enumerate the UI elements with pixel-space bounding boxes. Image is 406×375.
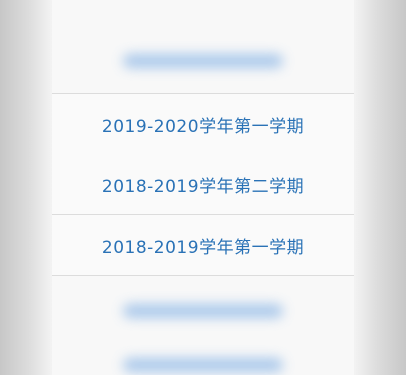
term-option-label: 2018-2019学年第二学期 [101, 176, 305, 197]
blurred-option-above [52, 38, 354, 84]
term-option-2019-2020-first[interactable]: 2019-2020学年第一学期 [52, 93, 354, 155]
term-picker-list: 2019-2020学年第一学期 2018-2019学年第二学期 2018-201… [52, 0, 354, 375]
blurred-option-text [123, 304, 283, 318]
blurred-option-text [123, 358, 283, 372]
blurred-option-below [52, 288, 354, 334]
term-option-label: 2018-2019学年第一学期 [101, 237, 305, 258]
term-option-2018-2019-first[interactable]: 2018-2019学年第一学期 [52, 215, 354, 276]
term-option-label: 2019-2020学年第一学期 [101, 116, 305, 137]
screen: 2019-2020学年第一学期 2018-2019学年第二学期 2018-201… [0, 0, 406, 375]
blurred-option-text [123, 54, 283, 68]
blurred-option-below-2 [52, 342, 354, 375]
term-option-2018-2019-second[interactable]: 2018-2019学年第二学期 [52, 154, 354, 215]
